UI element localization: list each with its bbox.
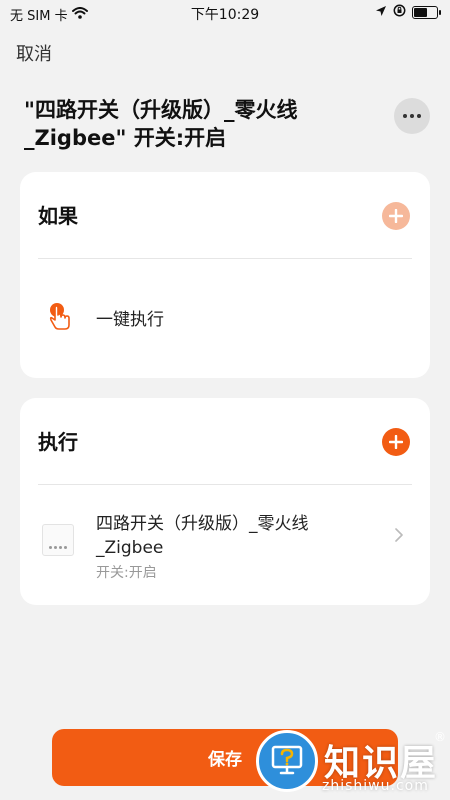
watermark-reg-mark: ® — [434, 730, 446, 744]
chevron-right-icon[interactable] — [394, 528, 404, 542]
location-icon — [375, 5, 387, 21]
action-card: 执行 四路开关（升级版）_零火线_Zigbee 开关:开启 — [20, 398, 430, 605]
watermark-logo-icon — [256, 730, 318, 792]
watermark-domain: zhishiwu.com — [322, 778, 429, 794]
action-header: 执行 — [38, 430, 78, 454]
scene-title: "四路开关（升级版）_零火线_Zigbee" 开关:开启 — [24, 98, 298, 150]
switch-device-icon — [42, 524, 74, 556]
status-bar: 无 SIM 卡 下午10:29 — [0, 0, 450, 26]
plus-icon — [389, 435, 403, 449]
condition-header: 如果 — [38, 204, 78, 228]
more-icon — [403, 114, 421, 118]
device-status: 开关:开启 — [96, 565, 157, 581]
divider — [38, 258, 412, 259]
watermark: 知识屋 ® zhishiwu.com — [252, 722, 450, 800]
plus-icon — [389, 209, 403, 223]
status-right — [375, 4, 441, 21]
battery-icon — [412, 6, 441, 19]
cancel-button[interactable]: 取消 — [16, 40, 52, 66]
condition-label[interactable]: 一键执行 — [96, 305, 164, 330]
add-condition-button[interactable] — [382, 202, 410, 230]
device-name[interactable]: 四路开关（升级版）_零火线_Zigbee — [96, 512, 366, 560]
tap-hand-icon — [44, 300, 76, 332]
orientation-lock-icon — [393, 4, 406, 21]
add-action-button[interactable] — [382, 428, 410, 456]
condition-card: 如果 一键执行 — [20, 172, 430, 378]
divider — [38, 484, 412, 485]
more-button[interactable] — [394, 98, 430, 134]
